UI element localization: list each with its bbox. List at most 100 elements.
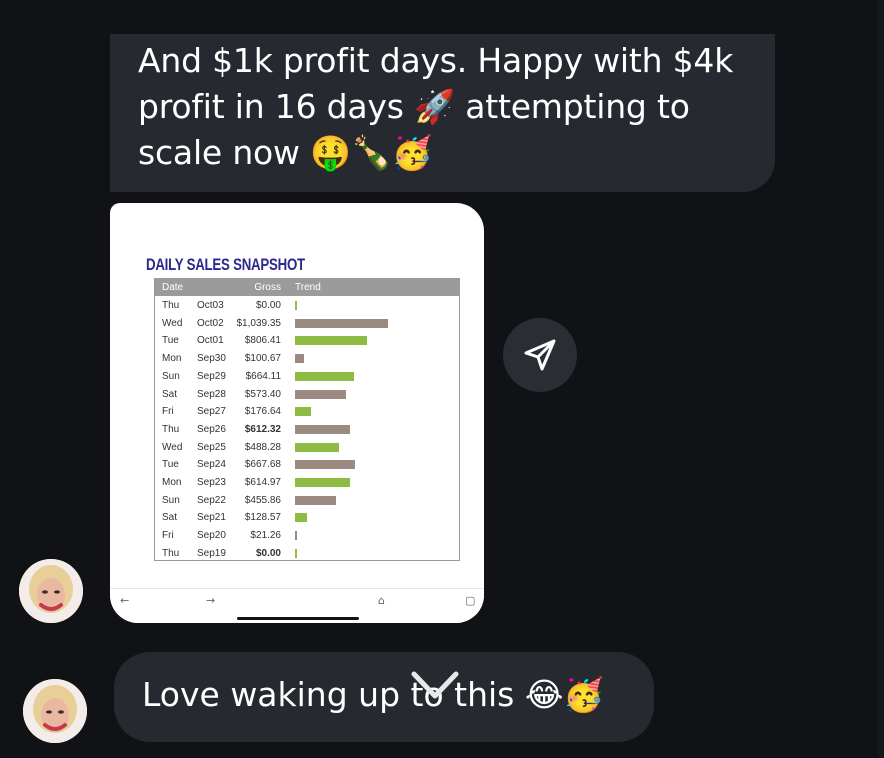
message-bubble-incoming[interactable]: Love waking up to this 😂🥳: [114, 652, 654, 742]
table-row: Mon Sep30 $100.67: [155, 349, 459, 367]
row-gross: $806.41: [244, 335, 281, 347]
row-day: Sat: [162, 512, 178, 524]
send-icon: [524, 339, 556, 371]
row-gross: $455.86: [244, 494, 281, 506]
row-date: Oct03: [197, 300, 224, 311]
message-bubble-incoming[interactable]: And $1k profit days. Happy with $4k prof…: [110, 34, 775, 192]
table-row: Sat Sep28 $573.40: [155, 385, 459, 403]
avatar-photo: [19, 559, 83, 623]
table-row: Thu Sep19 $0.00: [155, 544, 459, 562]
trend-bar: [295, 478, 350, 487]
row-day: Thu: [162, 300, 180, 311]
row-gross: $573.40: [244, 388, 281, 400]
share-button[interactable]: [503, 318, 577, 392]
table-row: Sat Sep21 $128.57: [155, 508, 459, 526]
row-gross: $0.00: [255, 300, 281, 311]
trend-bar: [295, 336, 367, 346]
table-row: Fri Sep20 $21.26: [155, 526, 459, 544]
trend-bar: [295, 318, 388, 328]
sales-table: Date Gross Trend Thu Oct03 $0.00 Wed Oct02 $1…: [154, 278, 460, 561]
row-date: Sep23: [197, 477, 226, 488]
trend-bar: [295, 548, 297, 558]
row-date: Oct02: [197, 317, 224, 329]
row-gross: $128.57: [244, 512, 281, 524]
tabs-icon: ▢: [465, 594, 476, 607]
row-gross: $1,039.35: [236, 317, 282, 329]
row-date: Sep29: [197, 370, 226, 382]
row-day: Sun: [162, 494, 180, 506]
scroll-down-chevron-icon[interactable]: [410, 668, 460, 706]
browser-nav-bar: ← → ⌂ ▢: [110, 588, 484, 623]
table-row: Sun Sep29 $664.11: [155, 367, 459, 385]
trend-bar: [295, 442, 339, 452]
row-date: Sep22: [197, 494, 226, 506]
trend-bar: [295, 495, 336, 505]
row-gross: $614.97: [244, 477, 281, 488]
message-text: And $1k profit days. Happy with $4k prof…: [138, 41, 734, 172]
table-row: Mon Sep23 $614.97: [155, 473, 459, 491]
header-trend: Trend: [295, 282, 321, 293]
trend-bar: [295, 371, 354, 381]
table-row: Wed Oct02 $1,039.35: [155, 314, 459, 332]
table-row: Tue Oct01 $806.41: [155, 331, 459, 349]
message-text: Love waking up to this 😂🥳: [142, 675, 605, 714]
row-date: Sep25: [197, 441, 226, 453]
row-gross: $612.32: [244, 423, 281, 435]
avatar-photo: [23, 679, 87, 743]
row-day: Mon: [162, 477, 182, 488]
trend-bar: [295, 301, 297, 310]
home-icon: ⌂: [378, 594, 385, 607]
back-icon: ←: [120, 594, 130, 607]
row-day: Mon: [162, 353, 182, 365]
image-attachment[interactable]: DAILY SALES SNAPSHOT Date Gross Trend Th…: [110, 203, 484, 623]
row-date: Sep28: [197, 388, 226, 400]
row-gross: $667.68: [244, 459, 281, 471]
row-day: Thu: [162, 547, 180, 559]
avatar[interactable]: [23, 679, 87, 743]
trend-bar: [295, 424, 350, 434]
avatar[interactable]: [19, 559, 83, 623]
row-date: Sep20: [197, 530, 226, 542]
row-date: Sep24: [197, 459, 226, 471]
row-date: Sep27: [197, 406, 226, 418]
trend-bar: [295, 513, 307, 523]
trend-bar: [295, 407, 311, 417]
row-gross: $176.64: [244, 406, 281, 418]
table-row: Sun Sep22 $455.86: [155, 491, 459, 509]
row-day: Tue: [162, 459, 179, 471]
row-day: Thu: [162, 423, 180, 435]
trend-bar: [295, 531, 297, 541]
row-day: Sat: [162, 388, 178, 400]
table-row: Wed Sep25 $488.28: [155, 438, 459, 456]
row-gross: $100.67: [244, 353, 281, 365]
scrollbar[interactable]: [878, 0, 884, 758]
row-date: Sep21: [197, 512, 226, 524]
row-date: Sep19: [197, 547, 226, 559]
row-day: Fri: [162, 530, 174, 542]
trend-bar: [295, 354, 304, 364]
row-day: Wed: [162, 317, 183, 329]
header-date: Date: [162, 282, 184, 293]
chat-thread: And $1k profit days. Happy with $4k prof…: [0, 0, 884, 758]
table-row: Thu Sep26 $612.32: [155, 420, 459, 438]
row-day: Sun: [162, 370, 180, 382]
forward-icon: →: [206, 594, 216, 607]
row-gross: $664.11: [245, 370, 281, 382]
trend-bar: [295, 460, 355, 470]
table-row: Fri Sep27 $176.64: [155, 402, 459, 420]
row-date: Oct01: [197, 335, 224, 347]
row-day: Tue: [162, 335, 179, 347]
trend-bar: [295, 389, 346, 399]
table-header: Date Gross Trend: [155, 279, 459, 296]
table-row: Tue Sep24 $667.68: [155, 455, 459, 473]
home-indicator: [237, 617, 359, 620]
row-gross: $21.26: [250, 530, 281, 542]
snapshot-title: DAILY SALES SNAPSHOT: [146, 255, 305, 274]
row-day: Wed: [162, 441, 183, 453]
row-day: Fri: [162, 406, 174, 418]
row-date: Sep26: [197, 423, 226, 435]
row-date: Sep30: [197, 353, 226, 365]
table-row: Thu Oct03 $0.00: [155, 296, 459, 314]
header-gross: Gross: [254, 282, 281, 293]
row-gross: $0.00: [255, 547, 281, 559]
